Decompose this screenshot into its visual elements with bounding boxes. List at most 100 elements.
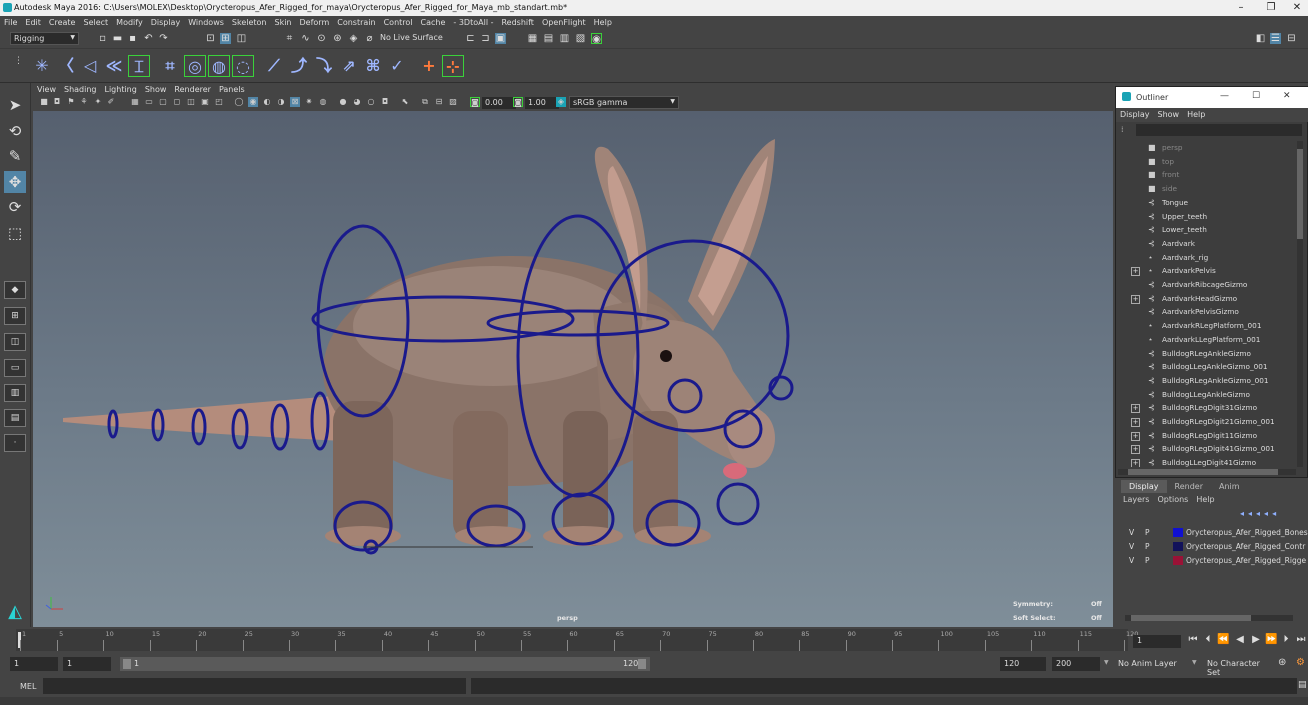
outliner-item[interactable]: ⋆ Aardvark_rig [1116,251,1294,265]
textured-icon[interactable]: ◑ [276,97,286,107]
select-component-icon[interactable]: ◫ [236,33,247,44]
grid-icon[interactable]: ▦ [130,97,140,107]
menu-control[interactable]: Control [380,16,417,27]
menu-display[interactable]: Display [147,16,185,27]
range-slider-bar[interactable]: 1 120 [120,657,650,671]
ik-spline-handle-icon[interactable]: ≪ [103,55,125,77]
menu-help[interactable]: Help [590,16,616,27]
range-slider-start-handle[interactable] [123,659,131,669]
expand-icon[interactable]: + [1131,267,1140,277]
range-end-field[interactable]: 200 [1052,657,1100,671]
outliner-item[interactable]: ⋆ AardvarkRLegPlatform_001 [1116,319,1294,333]
step-back-frame-icon[interactable]: ⏴ [1202,634,1214,645]
layer-playback-toggle[interactable]: P [1145,526,1150,539]
channel-box-toggle-icon[interactable]: ☰ [1270,33,1281,44]
outliner-item[interactable]: + ⋆ AardvarkPelvis [1116,264,1294,278]
undo-icon[interactable]: ↶ [143,33,154,44]
expand-icon[interactable]: + [1131,418,1140,427]
layer-visibility-toggle[interactable]: V [1129,540,1134,553]
menu-deform[interactable]: Deform [296,16,334,27]
redo-icon[interactable]: ↷ [158,33,169,44]
xray-joints-icon[interactable]: ○ [366,97,376,107]
maya-home-icon[interactable]: ◭ [4,601,26,623]
layer-color-swatch[interactable] [1173,542,1183,551]
film-gate-icon[interactable]: ▭ [144,97,154,107]
depth-of-field-icon[interactable]: ▨ [448,97,458,107]
rigid-bind-icon[interactable]: ◎ [184,55,206,77]
vp-menu-renderer[interactable]: Renderer [170,84,215,95]
menu-windows[interactable]: Windows [184,16,228,27]
wireframe-on-shaded-icon[interactable]: ◐ [262,97,272,107]
camera-select-icon[interactable]: ■ [39,97,49,107]
layer-scroll-thumb[interactable] [1131,615,1251,621]
wrap-deformer-icon[interactable]: ✓ [386,55,408,77]
playback-start-field[interactable]: 1 [63,657,111,671]
motion-blur-icon[interactable]: ⧉ [420,97,430,107]
expand-icon[interactable]: + [1131,431,1140,441]
render-frame-icon[interactable]: ▦ [527,33,538,44]
character-set-dropdown[interactable]: No Character Set [1203,657,1275,677]
outliner-item[interactable]: ⊰ Upper_teeth [1116,210,1294,224]
layer-menu-options[interactable]: Options [1157,495,1196,504]
display-layer-row[interactable]: V P Orycteropus_Afer_Rigged_Contr [1125,540,1308,553]
joint-tool-icon[interactable]: ✳ [31,55,53,77]
field-chart-icon[interactable]: ◫ [186,97,196,107]
xray-components-icon[interactable]: ◘ [380,97,390,107]
outliner-hscroll-thumb[interactable] [1128,469,1278,475]
outliner-item[interactable]: + ⊰ BulldogLLegDigit41Gizmo [1116,456,1294,467]
wire-deformer-icon[interactable]: ⇗ [338,55,360,77]
lattice-icon[interactable]: ◍ [208,55,230,77]
side-by-side-layout-icon[interactable]: ◫ [4,333,26,351]
perspective-viewport[interactable]: persp Symmetry: Off Soft Select: Off [33,111,1113,627]
command-input[interactable] [43,678,466,694]
go-to-start-icon[interactable]: ⏮ [1187,634,1199,645]
vp-menu-show[interactable]: Show [141,84,171,95]
display-layer-row[interactable]: V P Orycteropus_Afer_Rigged_Rigge [1125,554,1308,567]
color-management-icon[interactable]: ◈ [556,97,566,107]
outliner-item[interactable]: ⊰ AardvarkRibcageGizmo [1116,278,1294,292]
outliner-item[interactable]: ⊰ Tongue [1116,196,1294,210]
mirror-joint-icon[interactable]: ⤴ [288,55,310,77]
gamma-icon[interactable]: ◙ [513,97,523,107]
anim-layer-dropdown[interactable]: No Anim Layer [1114,657,1194,671]
step-forward-frame-icon[interactable]: ⏵ [1280,634,1292,645]
outliner-item[interactable]: + ⊰ BulldogRLegDigit11Gizmo [1116,429,1294,443]
screen-space-ao-icon[interactable]: ⬉ [400,97,410,107]
play-backwards-icon[interactable]: ◀ [1234,634,1246,645]
layer-action-icons[interactable]: ◂◂◂◂◂ [1240,509,1280,518]
outliner-item[interactable]: + ⊰ BulldogRLegDigit21Gizmo_001 [1116,415,1294,429]
layer-scrollbar[interactable] [1125,615,1293,621]
expand-icon[interactable]: + [1131,445,1140,455]
filter-icon[interactable]: ⁞ [1121,125,1131,135]
camera-attributes-icon[interactable]: ◘ [52,97,62,107]
current-frame-field[interactable]: 1 [1133,635,1181,648]
make-live-icon[interactable]: ⌀ [364,33,375,44]
anim-layer-chevron-icon[interactable]: ▼ [1104,659,1109,666]
expand-icon[interactable]: + [1131,404,1140,414]
mode-selector[interactable]: Rigging [10,32,79,45]
vp-menu-lighting[interactable]: Lighting [100,84,140,95]
isolate-select-icon[interactable]: ● [338,97,348,107]
safe-action-icon[interactable]: ▣ [200,97,210,107]
snap-curve-icon[interactable]: ∿ [300,33,311,44]
history-icon[interactable]: ⊏ [465,33,476,44]
outliner-item[interactable]: ⊰ Aardvark [1116,237,1294,251]
menu-cache[interactable]: Cache [417,16,450,27]
persp-outliner-layout-icon[interactable]: ▥ [4,384,26,402]
menu-edit[interactable]: Edit [21,16,45,27]
outliner-item[interactable]: + ⊰ AardvarkHeadGizmo [1116,292,1294,306]
outliner-horizontal-scrollbar[interactable] [1118,469,1296,475]
display-layer-row[interactable]: V P Orycteropus_Afer_Rigged_Bones [1125,526,1308,539]
outliner-menu-show[interactable]: Show [1154,108,1184,121]
outliner-item[interactable]: ■ side [1116,182,1294,196]
character-set-chevron-icon[interactable]: ▼ [1192,659,1197,666]
outliner-item[interactable]: ■ top [1116,155,1294,169]
expand-icon[interactable]: + [1131,459,1140,467]
shelf-menu-icon[interactable]: ⋮ [14,56,23,76]
snap-surface-icon[interactable]: ◈ [348,33,359,44]
ik-spline-icon[interactable]: ◁ [79,55,101,77]
construction-icon[interactable]: ⊐ [480,33,491,44]
menu-skin[interactable]: Skin [271,16,296,27]
menu-redshift[interactable]: Redshift [497,16,537,27]
menu-skeleton[interactable]: Skeleton [228,16,271,27]
